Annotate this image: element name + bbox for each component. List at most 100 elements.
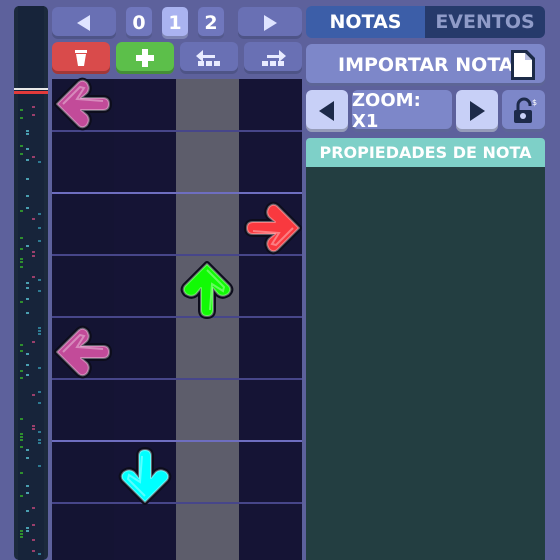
song-minimap[interactable] <box>14 6 48 560</box>
minimap-note-mark <box>26 530 29 532</box>
minimap-note-mark <box>26 207 29 209</box>
minimap-note-mark <box>26 353 29 355</box>
note-arrow-left[interactable] <box>51 72 115 136</box>
minimap-note-mark <box>38 327 41 329</box>
minimap-note-mark <box>26 148 29 150</box>
minimap-note-mark <box>38 161 41 163</box>
delete-button[interactable] <box>52 42 110 74</box>
minimap-note-mark <box>32 425 35 427</box>
trash-icon <box>75 50 87 66</box>
minimap-note-mark <box>20 433 23 435</box>
add-note-button[interactable] <box>116 42 174 74</box>
minimap-note-mark <box>20 370 23 372</box>
page-1-button[interactable]: 1 <box>162 7 188 39</box>
prev-page-button[interactable] <box>52 7 116 39</box>
minimap-note-mark <box>26 133 29 135</box>
minimap-note-mark <box>32 255 35 257</box>
minimap-note-mark <box>20 344 23 346</box>
minimap-note-mark <box>20 237 23 239</box>
minimap-note-mark <box>26 178 29 180</box>
minimap-note-mark <box>32 539 35 541</box>
shift-right-button[interactable] <box>244 42 302 74</box>
minimap-note-mark <box>20 536 23 538</box>
triangle-right-icon <box>470 101 485 121</box>
minimap-note-mark <box>20 495 23 497</box>
minimap-note-mark <box>20 350 23 352</box>
triangle-left-icon <box>319 101 334 121</box>
minimap-note-mark <box>20 446 23 448</box>
import-notes-button[interactable]: IMPORTAR NOTAS <box>306 44 545 86</box>
minimap-note-mark <box>20 261 23 263</box>
minimap-note-mark <box>26 485 29 487</box>
tab-events[interactable]: EVENTOS <box>425 6 545 38</box>
svg-text:$: $ <box>532 98 537 107</box>
minimap-note-mark <box>32 251 35 253</box>
tab-notes[interactable]: NOTAS <box>306 6 425 38</box>
import-notes-label: IMPORTAR NOTAS <box>338 54 528 76</box>
minimap-note-mark <box>38 431 41 433</box>
minimap-note-mark <box>26 457 29 459</box>
minimap-note-mark <box>20 117 23 119</box>
note-arrow-left[interactable] <box>51 320 115 384</box>
triangle-left-icon <box>77 15 90 31</box>
minimap-note-mark <box>20 258 23 260</box>
note-arrow-down[interactable] <box>113 444 177 508</box>
triangle-right-icon <box>264 15 277 31</box>
minimap-note-mark <box>26 195 29 197</box>
minimap-note-mark <box>38 553 41 555</box>
zoom-in-button[interactable] <box>456 90 498 132</box>
arrow-left-icon <box>54 77 112 131</box>
minimap-note-mark <box>20 301 23 303</box>
minimap-note-mark <box>32 428 35 430</box>
minimap-note-mark <box>38 240 41 242</box>
minimap-note-mark <box>20 530 23 532</box>
arrow-down-icon <box>118 447 172 505</box>
next-page-button[interactable] <box>238 7 302 39</box>
minimap-note-mark <box>26 449 29 451</box>
note-arrow-right[interactable] <box>241 196 305 260</box>
minimap-note-mark <box>32 550 35 552</box>
minimap-note-mark <box>26 130 29 132</box>
minimap-note-mark <box>26 527 29 529</box>
plus-icon <box>136 49 154 67</box>
page-2-button[interactable]: 2 <box>198 7 224 39</box>
minimap-note-mark <box>38 213 41 215</box>
note-properties-panel <box>306 167 545 560</box>
minimap-playhead[interactable] <box>14 88 48 100</box>
minimap-note-mark <box>20 439 23 441</box>
zoom-display: ZOOM: X1 <box>352 90 452 132</box>
minimap-note-mark <box>20 472 23 474</box>
minimap-note-mark <box>32 341 35 343</box>
file-icon <box>511 50 535 80</box>
shift-left-button[interactable] <box>180 42 238 74</box>
minimap-note-mark <box>32 394 35 396</box>
minimap-note-mark <box>20 153 23 155</box>
note-arrow-up[interactable] <box>175 258 239 322</box>
arrow-left-icon <box>54 325 112 379</box>
minimap-note-mark <box>32 156 35 158</box>
note-properties-title: PROPIEDADES DE NOTA <box>319 143 532 162</box>
minimap-note-mark <box>38 227 41 229</box>
minimap-note-mark <box>38 330 41 332</box>
minimap-note-mark <box>38 290 41 292</box>
minimap-note-mark <box>20 109 23 111</box>
minimap-note-mark <box>38 333 41 335</box>
unlock-icon: $ <box>513 97 537 123</box>
minimap-note-mark <box>26 159 29 161</box>
arrow-right-icon <box>244 201 302 255</box>
minimap-note-mark <box>26 245 29 247</box>
minimap-note-mark <box>38 279 41 281</box>
zoom-label: ZOOM: X1 <box>352 90 421 132</box>
minimap-note-mark <box>20 377 23 379</box>
lane-3[interactable] <box>239 79 301 560</box>
minimap-note-mark <box>32 276 35 278</box>
minimap-note-mark <box>32 507 35 509</box>
lock-button[interactable]: $ <box>502 90 545 132</box>
minimap-note-mark <box>38 391 41 393</box>
page-0-button[interactable]: 0 <box>126 7 152 39</box>
move-left-icon <box>196 50 220 66</box>
minimap-note-mark <box>26 374 29 376</box>
minimap-note-mark <box>38 367 41 369</box>
minimap-note-mark <box>38 442 41 444</box>
zoom-out-button[interactable] <box>306 90 348 132</box>
